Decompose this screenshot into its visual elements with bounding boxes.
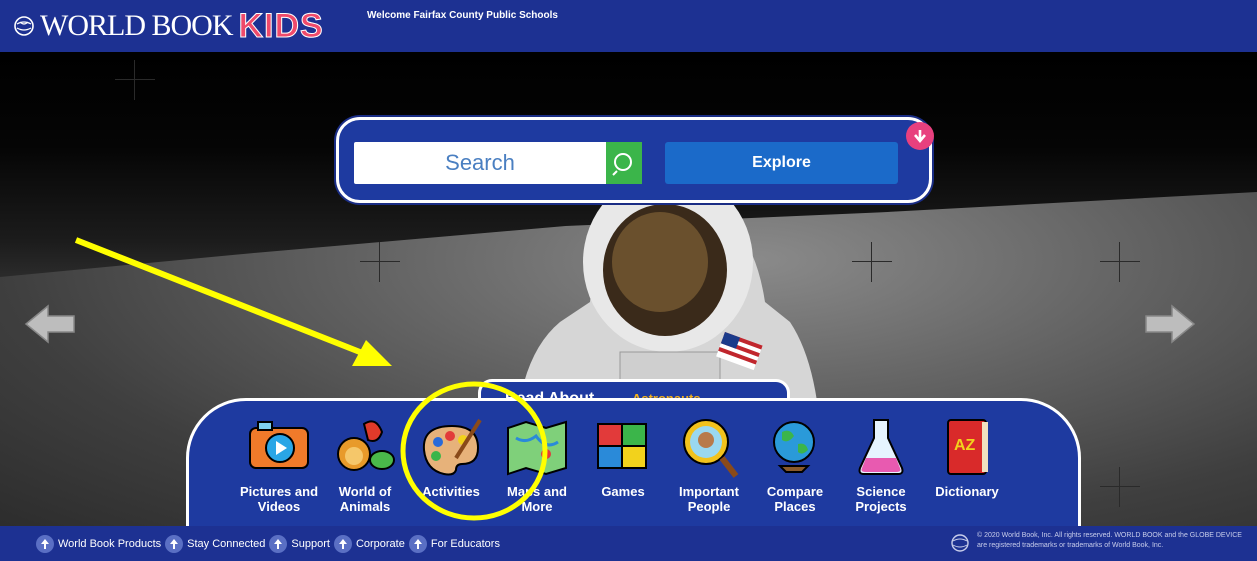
crosshair-mark xyxy=(360,242,400,282)
flask-icon xyxy=(858,419,904,475)
nav-item-games[interactable]: Games xyxy=(580,414,666,514)
nav-label: Activities xyxy=(422,484,480,499)
footer-link-corporate[interactable]: Corporate xyxy=(333,535,405,553)
nav-label: Dictionary xyxy=(935,484,999,499)
footer: World Book Products Stay Connected Suppo… xyxy=(0,526,1257,561)
globe-icon xyxy=(773,421,815,473)
map-icon xyxy=(507,420,567,476)
palette-icon xyxy=(422,418,482,476)
footer-link-support[interactable]: Support xyxy=(269,535,330,553)
search-input[interactable] xyxy=(354,142,606,184)
previous-slide-arrow-icon[interactable] xyxy=(24,302,76,346)
footer-link-stay-connected[interactable]: Stay Connected xyxy=(165,535,265,553)
footer-links: World Book Products Stay Connected Suppo… xyxy=(36,535,504,553)
nav-label: Important People xyxy=(679,484,739,514)
crosshair-mark xyxy=(1100,467,1140,507)
footer-link-label: World Book Products xyxy=(58,538,162,550)
logo-world-book-text: WORLD BOOK xyxy=(40,9,233,42)
nav-item-maps-and-more[interactable]: Maps and More xyxy=(494,414,580,514)
nav-label: Games xyxy=(601,484,645,499)
nav-label: World of Animals xyxy=(338,484,392,514)
footer-link-label: Support xyxy=(291,538,330,550)
camera-icon xyxy=(249,421,309,469)
explore-button[interactable]: Explore xyxy=(665,142,898,184)
footer-link-world-book-products[interactable]: World Book Products xyxy=(36,535,161,553)
up-arrow-icon xyxy=(36,535,54,553)
footer-link-for-educators[interactable]: For Educators xyxy=(408,535,500,553)
magnifier-person-icon xyxy=(683,419,739,478)
copyright-notice: © 2020 World Book, Inc. All rights reser… xyxy=(977,532,1242,549)
nav-item-compare-places[interactable]: Compare Places xyxy=(752,414,838,514)
welcome-message: Welcome Fairfax County Public Schools xyxy=(367,10,558,21)
crosshair-mark xyxy=(1100,242,1140,282)
up-arrow-icon xyxy=(408,535,427,553)
logo-kids-text: KIDS xyxy=(238,7,324,45)
nav-item-important-people[interactable]: Important People xyxy=(666,414,752,514)
nav-label: Maps and More xyxy=(507,484,567,514)
arrow-down-icon xyxy=(914,130,926,144)
book-az-icon: AZ xyxy=(947,419,988,475)
nav-item-dictionary[interactable]: AZ Dictionary xyxy=(924,414,1010,514)
crosshair-mark xyxy=(115,60,155,100)
puzzle-icon xyxy=(597,423,647,469)
nav-item-science-projects[interactable]: Science Projects xyxy=(838,414,924,514)
animals-icon xyxy=(337,420,395,471)
svg-text:AZ: AZ xyxy=(954,437,976,454)
nav-item-pictures-and-videos[interactable]: Pictures and Videos xyxy=(236,414,322,514)
up-arrow-icon xyxy=(269,535,288,553)
up-arrow-icon xyxy=(165,535,184,553)
nav-label: Pictures and Videos xyxy=(239,484,319,514)
footer-link-label: Stay Connected xyxy=(187,538,266,550)
header: WORLD BOOK KIDS Welcome Fairfax County P… xyxy=(0,0,1257,52)
footer-link-label: For Educators xyxy=(430,538,500,550)
footer-link-label: Corporate xyxy=(355,538,405,550)
globe-device-icon xyxy=(951,534,969,552)
globe-logo-icon xyxy=(14,16,34,36)
nav-item-activities[interactable]: Activities xyxy=(408,414,494,514)
explore-label: Explore xyxy=(752,154,811,171)
world-book-kids-logo[interactable]: WORLD BOOK KIDS xyxy=(14,7,324,45)
nav-label: Science Projects xyxy=(855,484,907,514)
crosshair-mark xyxy=(852,242,892,282)
expand-down-button[interactable] xyxy=(906,122,934,150)
nav-items: Pictures and Videos World of Animals Act… xyxy=(236,414,1010,514)
up-arrow-icon xyxy=(333,535,352,553)
search-button[interactable] xyxy=(606,142,642,184)
search-icon xyxy=(612,153,632,176)
next-slide-arrow-icon[interactable] xyxy=(1144,302,1196,346)
nav-label: Compare Places xyxy=(766,484,824,514)
nav-item-world-of-animals[interactable]: World of Animals xyxy=(322,414,408,514)
